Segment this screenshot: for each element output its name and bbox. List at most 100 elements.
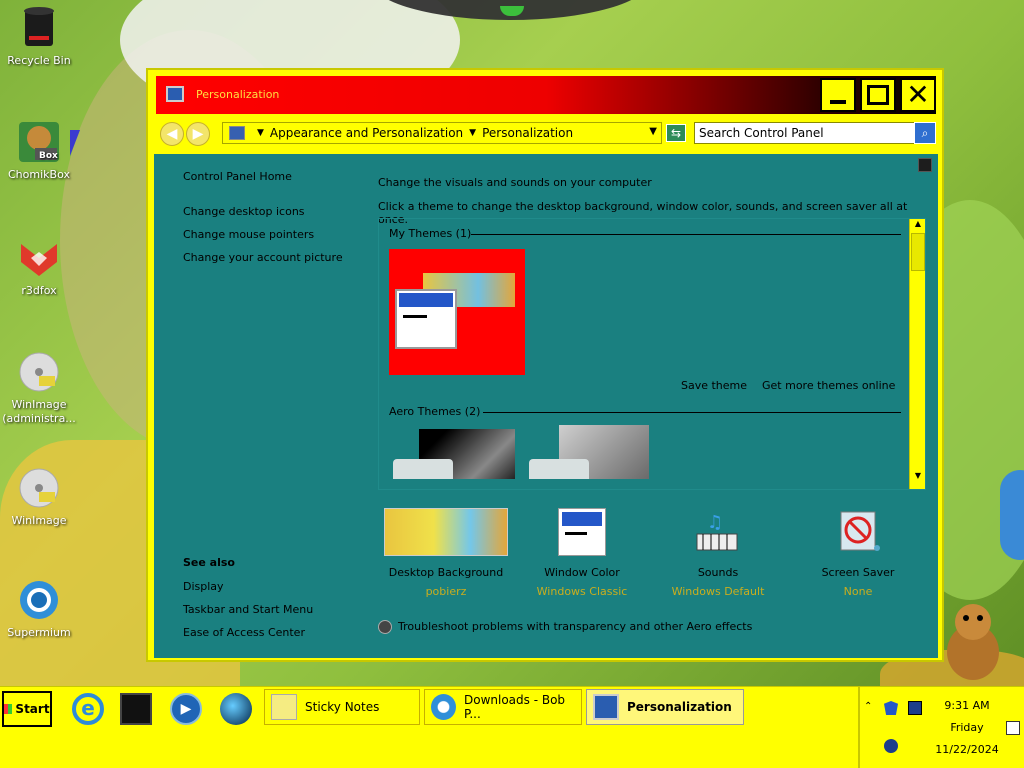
start-label: Start	[15, 702, 50, 716]
tile-sounds[interactable]: ♫ Sounds Windows Default	[650, 508, 786, 598]
desktop-icon-label: ChomikBox	[8, 168, 70, 181]
internet-explorer-icon[interactable]: e	[72, 693, 104, 725]
link-change-account-picture[interactable]: Change your account picture	[183, 251, 343, 264]
task-label: Downloads - Bob P...	[464, 693, 566, 721]
control-panel-icon	[229, 126, 245, 140]
link-control-panel-home[interactable]: Control Panel Home	[183, 170, 292, 183]
globe-icon[interactable]	[220, 693, 252, 725]
red-fox-icon	[17, 236, 61, 280]
theme-window-preview	[395, 289, 457, 349]
tile-label: Screen Saver	[821, 566, 895, 579]
tile-value: Windows Classic	[536, 585, 628, 598]
breadcrumb-item[interactable]: Personalization	[482, 126, 573, 140]
tile-desktop-background[interactable]: Desktop Background pobierz	[378, 508, 514, 598]
chevron-down-icon[interactable]: ▼	[649, 126, 657, 137]
desktop-background-icon	[378, 508, 514, 558]
desktop-icon-label: Supermium	[7, 626, 71, 639]
window-title: Personalization	[196, 88, 280, 101]
minimize-button[interactable]	[820, 78, 856, 112]
search-button[interactable]: ⌕	[914, 122, 936, 144]
link-ease-of-access[interactable]: Ease of Access Center	[183, 626, 305, 639]
desktop-icon-r3dfox[interactable]: r3dfox	[0, 236, 78, 298]
chevron-right-icon: ▼	[257, 128, 264, 138]
close-button[interactable]: ✕	[900, 78, 936, 112]
windows-logo-icon	[4, 704, 13, 714]
svg-text:Box: Box	[39, 151, 58, 161]
minimize-icon	[830, 100, 846, 104]
desktop-icon-supermium[interactable]: Supermium	[0, 578, 78, 640]
title-bar[interactable]: Personalization ✕	[156, 76, 936, 114]
media-player-icon[interactable]: ▶	[170, 693, 202, 725]
maximize-icon	[867, 85, 889, 105]
desktop-icon-label: WinImage (administra...	[2, 398, 76, 425]
vertical-scrollbar[interactable]: ▲ ▼	[909, 219, 925, 489]
theme-thumbnail-pobierz[interactable]	[389, 249, 525, 375]
sounds-icon: ♫	[650, 508, 786, 558]
group-title-aero-themes: Aero Themes (2)	[389, 405, 481, 418]
theme-list[interactable]: My Themes (1) Save theme Get more themes…	[378, 218, 926, 490]
tile-label: Window Color	[544, 566, 620, 579]
desktop-icon-winimage-admin[interactable]: WinImage (administra...	[0, 350, 78, 426]
breadcrumb[interactable]: ▼ Appearance and Personalization ▼ Perso…	[222, 122, 662, 144]
sticky-notes-icon	[271, 694, 297, 720]
forward-button[interactable]: ▶	[186, 122, 210, 146]
window-color-icon	[514, 508, 650, 558]
more-themes-link[interactable]: Get more themes online	[762, 379, 895, 392]
breadcrumb-item[interactable]: Appearance and Personalization	[270, 126, 463, 140]
desktop-icon-chomikbox[interactable]: Box ChomikBox	[0, 120, 78, 182]
search-input[interactable]	[694, 122, 916, 144]
show-desktop-icon[interactable]	[120, 693, 152, 725]
chevron-up-icon[interactable]: ⌃	[864, 701, 878, 715]
save-theme-link[interactable]: Save theme	[681, 379, 747, 392]
content-pane: Control Panel Home Change desktop icons …	[154, 154, 938, 658]
group-title-my-themes: My Themes (1)	[389, 227, 472, 240]
disc-icon	[17, 466, 61, 510]
taskbar: Start e ▶ Sticky Notes Downloads - Bob P…	[0, 686, 1024, 768]
task-personalization[interactable]: Personalization	[586, 689, 744, 725]
theme-window-preview	[393, 459, 453, 479]
screen-saver-icon	[790, 508, 926, 558]
wallpaper-shape	[1000, 470, 1024, 560]
back-button[interactable]: ◀	[160, 122, 184, 146]
monitor-icon	[593, 694, 619, 720]
shield-icon[interactable]	[884, 701, 898, 715]
link-change-mouse-pointers[interactable]: Change mouse pointers	[183, 228, 314, 241]
clock-time[interactable]: 9:31 AM	[922, 699, 1012, 712]
scroll-down-icon[interactable]: ▼	[910, 471, 926, 485]
link-display[interactable]: Display	[183, 580, 224, 593]
desktop-icon-recycle-bin[interactable]: Recycle Bin	[0, 6, 78, 68]
clock-date: 11/22/2024	[935, 743, 999, 756]
task-downloads[interactable]: Downloads - Bob P...	[424, 689, 582, 725]
troubleshoot-link[interactable]: Troubleshoot problems with transparency …	[378, 620, 752, 634]
task-sticky-notes[interactable]: Sticky Notes	[264, 689, 420, 725]
troubleshoot-label: Troubleshoot problems with transparency …	[398, 620, 753, 633]
clock-day: Friday	[950, 721, 984, 734]
supermium-browser-icon	[17, 578, 61, 622]
refresh-button[interactable]: ⇆	[666, 124, 686, 142]
monitor-icon[interactable]	[908, 701, 922, 715]
desktop-icon-winimage[interactable]: WinImage	[0, 466, 78, 528]
help-icon[interactable]	[918, 158, 932, 172]
network-icon[interactable]	[884, 739, 898, 753]
tile-label: Sounds	[697, 566, 739, 579]
system-tray: ⌃ 9:31 AM Friday 11/22/2024	[858, 687, 1024, 768]
supermium-browser-icon	[431, 694, 456, 720]
link-change-desktop-icons[interactable]: Change desktop icons	[183, 205, 305, 218]
start-button[interactable]: Start	[2, 691, 52, 727]
tile-value: None	[843, 585, 873, 598]
search-icon: ⌕	[921, 126, 929, 140]
maximize-button[interactable]	[860, 78, 896, 112]
tile-window-color[interactable]: Window Color Windows Classic	[514, 508, 650, 598]
link-taskbar-start-menu[interactable]: Taskbar and Start Menu	[183, 603, 313, 616]
troubleshoot-icon	[378, 620, 392, 634]
scroll-thumb[interactable]	[911, 233, 925, 271]
disc-icon	[17, 350, 61, 394]
hamster-box-icon: Box	[17, 120, 61, 164]
tile-value: Windows Default	[671, 585, 765, 598]
intro-title: Change the visuals and sounds on your co…	[378, 176, 652, 189]
svg-text:♫: ♫	[707, 512, 723, 533]
close-icon: ✕	[906, 78, 930, 111]
divider	[483, 412, 901, 413]
scroll-up-icon[interactable]: ▲	[910, 219, 926, 233]
tile-screen-saver[interactable]: Screen Saver None	[790, 508, 926, 598]
